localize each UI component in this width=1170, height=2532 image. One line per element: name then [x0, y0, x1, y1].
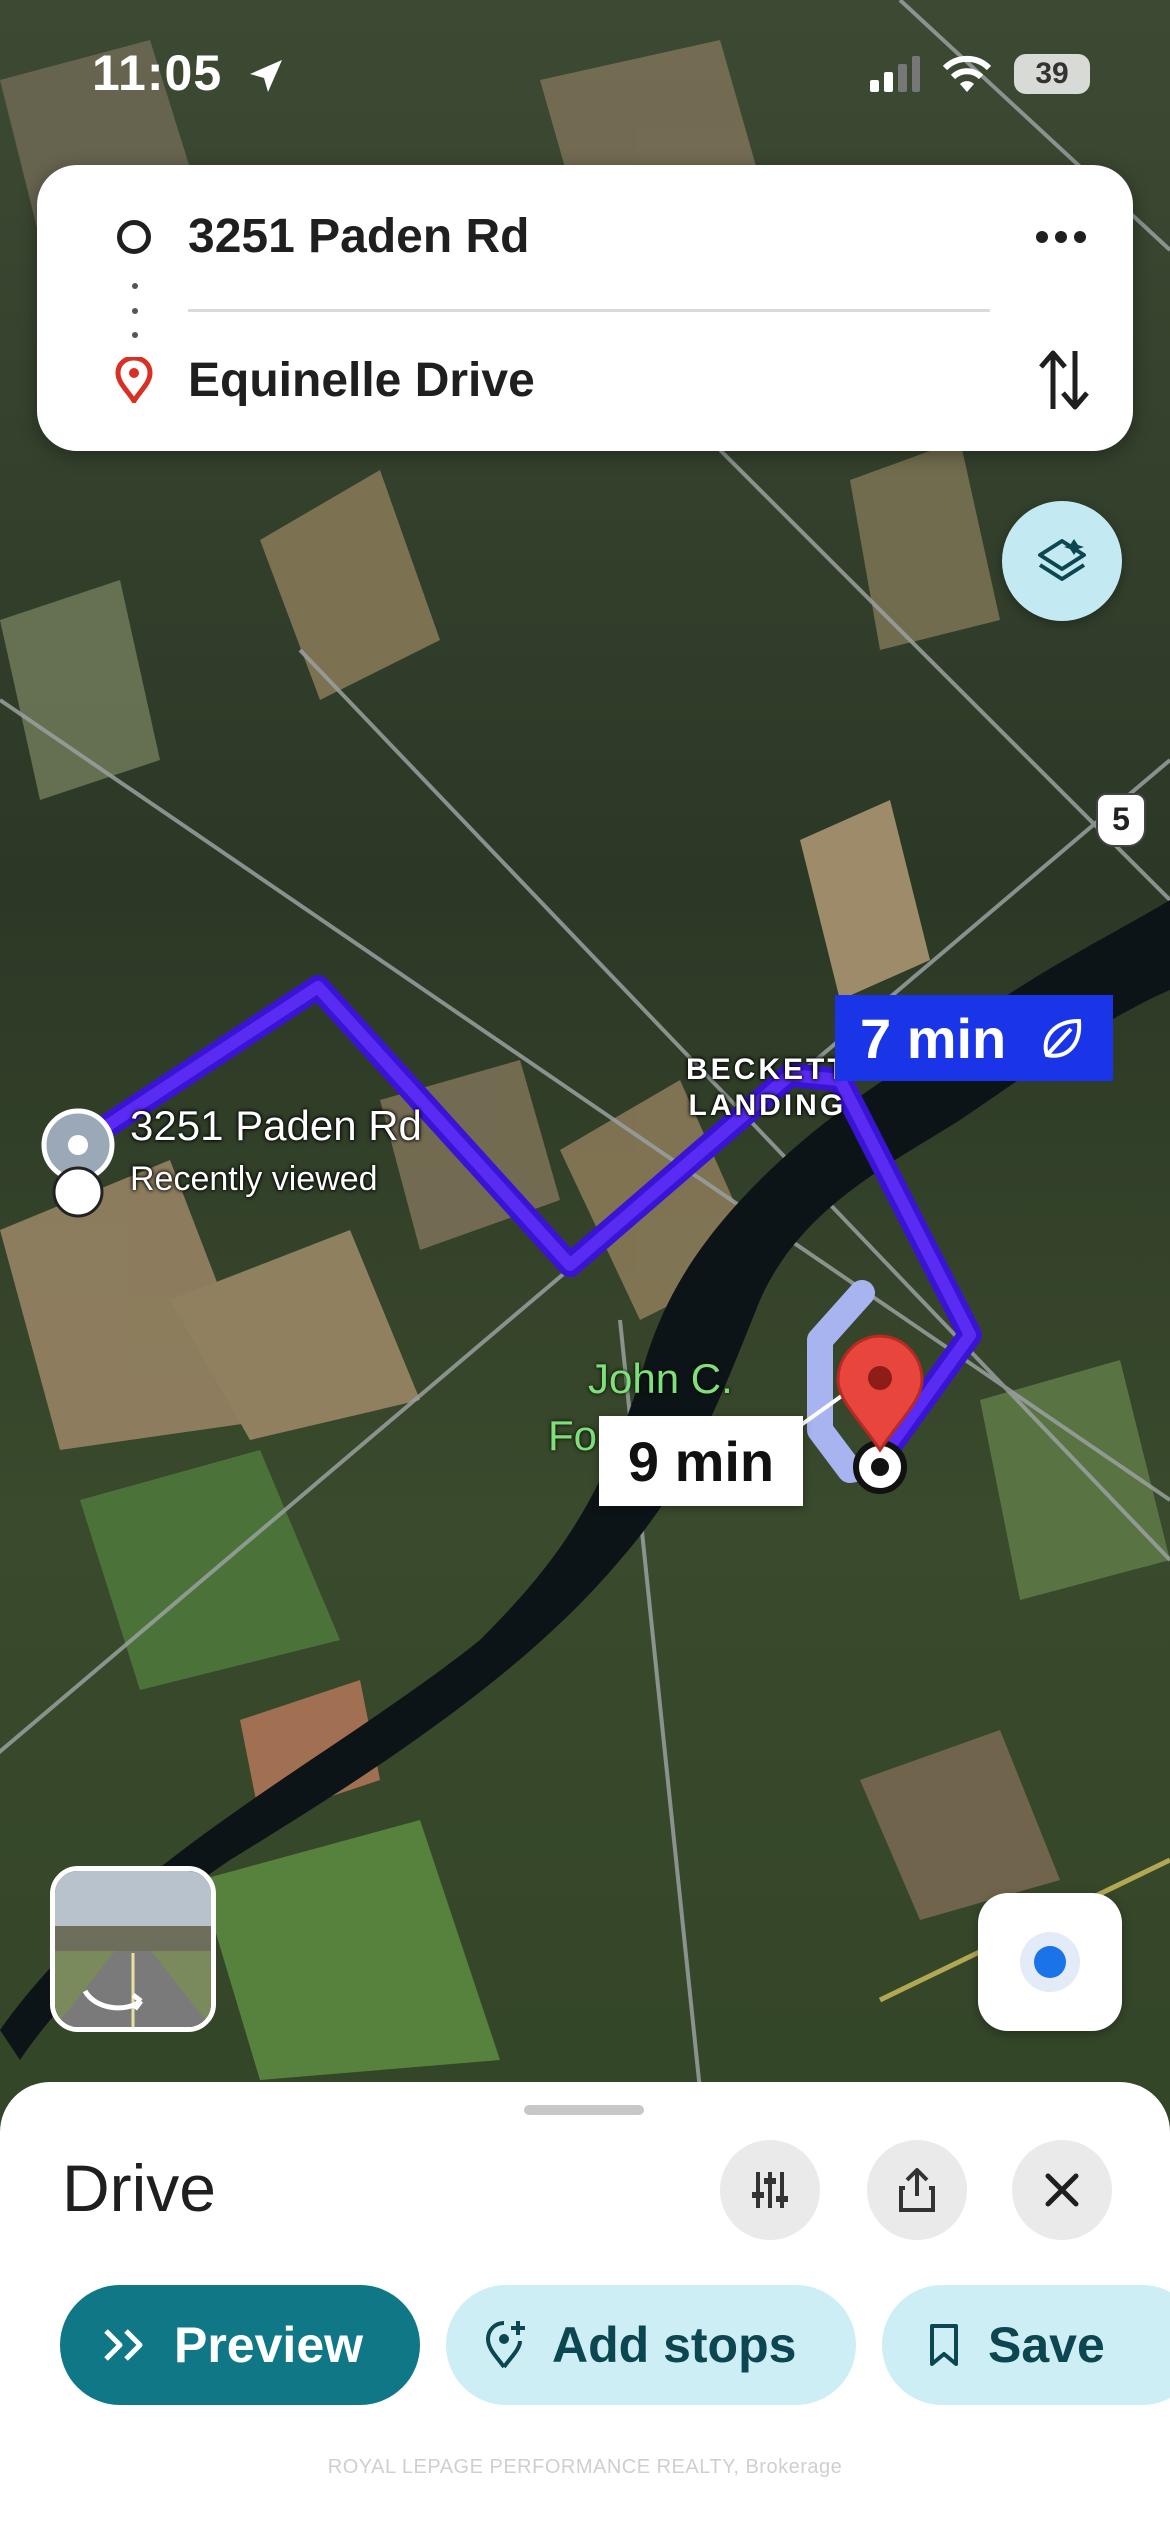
- add-stops-label: Add stops: [552, 2317, 797, 2373]
- sheet-grabber[interactable]: [524, 2105, 644, 2115]
- sheet-title: Drive: [62, 2151, 217, 2225]
- destination-field[interactable]: Equinelle Drive: [0, 330, 1170, 430]
- sliders-icon: [752, 2172, 788, 2208]
- place-label-line1: BECKETT: [686, 1053, 849, 1086]
- share-button[interactable]: [867, 2140, 967, 2240]
- more-horizontal-icon: [1036, 231, 1086, 243]
- field-divider: [188, 309, 990, 312]
- my-location-icon: [1034, 1946, 1066, 1978]
- cellular-signal-icon: [870, 56, 920, 92]
- more-button[interactable]: [1030, 212, 1092, 262]
- close-icon: [1045, 2173, 1079, 2207]
- destination-text: Equinelle Drive: [188, 353, 535, 407]
- alt-route-time-label[interactable]: 9 min: [599, 1416, 803, 1506]
- battery-icon: 39: [1014, 54, 1090, 94]
- origin-map-sublabel: Recently viewed: [130, 1160, 378, 1198]
- street-view-thumbnail[interactable]: [50, 1866, 216, 2032]
- wifi-icon: [942, 55, 992, 92]
- park-label-line1: John C.: [588, 1355, 733, 1402]
- park-label-line2: Fo: [548, 1412, 598, 1459]
- add-location-icon: [485, 2321, 525, 2369]
- share-icon: [899, 2168, 935, 2212]
- status-icons: 39: [868, 52, 1090, 96]
- double-chevron-right-icon: [104, 2329, 143, 2361]
- my-location-button[interactable]: [978, 1893, 1122, 2031]
- origin-field[interactable]: 3251 Paden Rd: [0, 186, 1170, 286]
- route-options-button[interactable]: [720, 2140, 820, 2240]
- save-label: Save: [988, 2317, 1105, 2373]
- bookmark-icon: [930, 2324, 958, 2366]
- place-label-line2: LANDING: [688, 1089, 847, 1122]
- add-stops-button[interactable]: Add stops: [446, 2285, 856, 2405]
- close-button[interactable]: [1012, 2140, 1112, 2240]
- preview-label: Preview: [174, 2317, 364, 2373]
- origin-text: 3251 Paden Rd: [188, 209, 530, 263]
- highway-shield: 5: [1096, 793, 1146, 847]
- status-bar: 11:05 39: [0, 0, 1170, 150]
- leaf-eco-icon: [1043, 1018, 1082, 1058]
- origin-map-label[interactable]: 3251 Paden Rd: [130, 1102, 422, 1150]
- origin-marker: [41, 1108, 115, 1218]
- layers-button[interactable]: [1002, 501, 1122, 621]
- preview-button[interactable]: Preview: [60, 2285, 420, 2405]
- primary-route-time-label[interactable]: 7 min: [835, 995, 1113, 1081]
- primary-route-time: 7 min: [860, 1006, 1007, 1070]
- watermark: ROYAL LEPAGE PERFORMANCE REALTY, Brokera…: [327, 2456, 843, 2478]
- save-button[interactable]: Save: [882, 2285, 1170, 2405]
- status-time: 11:05: [92, 45, 223, 101]
- location-arrow-icon: [250, 60, 282, 92]
- street-view-image: [55, 1871, 211, 2027]
- swap-vertical-icon[interactable]: [1035, 345, 1093, 415]
- layers-icon: [1038, 539, 1086, 581]
- place-label-beckett-landing: BECKETT LANDING: [686, 1052, 849, 1124]
